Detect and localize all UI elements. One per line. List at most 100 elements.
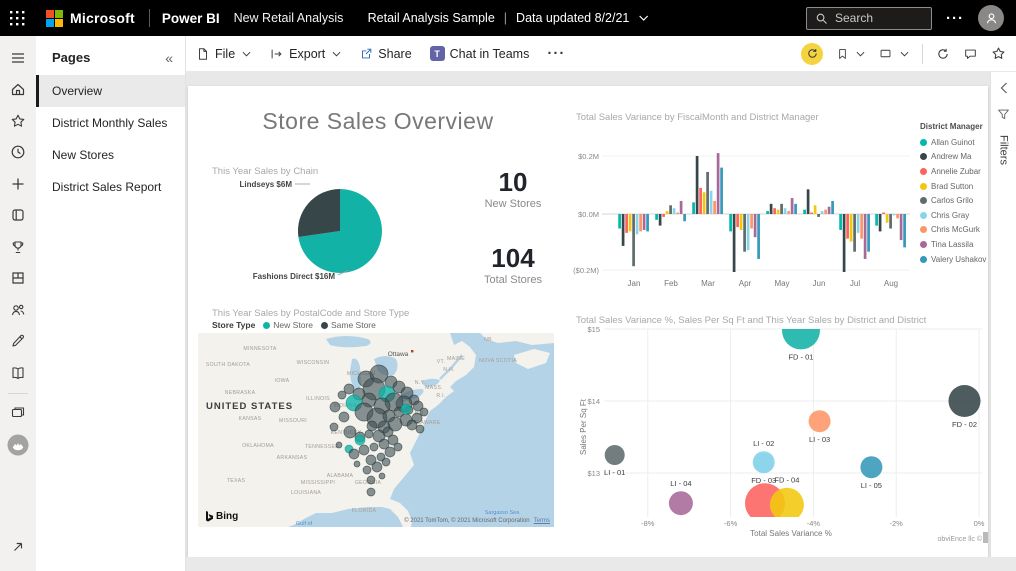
kpi-total-stores-value: 104 [491, 243, 535, 273]
chevron-down-icon [332, 51, 341, 57]
svg-text:NOVA SCOTIA: NOVA SCOTIA [479, 358, 517, 364]
bar-chart[interactable]: $0.2M $0.0M ($0.2M) Jan Feb Mar Apr May Jun Jul Au… [572, 118, 917, 293]
reset-to-default-button[interactable] [801, 42, 823, 65]
svg-text:LI - 04: LI - 04 [670, 479, 691, 488]
nav-create-button[interactable] [0, 168, 36, 200]
export-menu-label: Export [289, 46, 326, 61]
page-tab-new-stores[interactable]: New Stores [36, 139, 185, 171]
actionbar-more-button[interactable]: ··· [547, 45, 565, 62]
chat-in-teams-label: Chat in Teams [449, 46, 530, 61]
share-button[interactable]: Share [359, 47, 412, 61]
legend-item-andrew-ma[interactable]: Andrew Ma [920, 150, 994, 165]
nav-favorites-button[interactable] [0, 105, 36, 137]
nav-recent-button[interactable] [0, 137, 36, 169]
workspace-avatar-icon [7, 434, 29, 456]
waffle-icon [9, 10, 24, 25]
view-icon [880, 49, 891, 58]
filters-pane-label: Filters [997, 135, 1010, 165]
page-tab-district-sales-report[interactable]: District Sales Report [36, 171, 185, 203]
legend-item-brad-sutton[interactable]: Brad Sutton [920, 179, 994, 194]
page-scrollbar-nub[interactable] [983, 532, 988, 543]
top-nav-bar: Microsoft Power BI New Retail Analysis R… [0, 0, 1016, 36]
scatter-chart[interactable]: -8% -6% -4% -2% 0% $15 $14 $13 Total Sales Varia… [576, 322, 988, 538]
map-legend-item-same-store[interactable]: Same Store [320, 320, 376, 330]
svg-text:$0.2M: $0.2M [578, 152, 599, 161]
comments-button[interactable] [963, 47, 978, 61]
view-menu-button[interactable] [878, 47, 909, 60]
nav-my-workspace-button[interactable] [0, 429, 36, 461]
topbar-more-button[interactable]: ··· [946, 10, 964, 27]
diagonal-arrow-icon [14, 543, 23, 552]
svg-text:FD - 02: FD - 02 [952, 420, 977, 429]
file-menu-button[interactable]: File [196, 47, 251, 61]
nav-pipelines-button[interactable] [0, 326, 36, 358]
favorite-button[interactable] [991, 46, 1006, 61]
page-tab-district-monthly-sales[interactable]: District Monthly Sales [36, 107, 185, 139]
svg-text:R.I.: R.I. [436, 393, 445, 399]
nav-workspaces-button[interactable] [0, 398, 36, 430]
trophy-icon [12, 241, 24, 253]
nav-expand-button[interactable] [0, 532, 36, 564]
microsoft-logo-icon [46, 9, 63, 27]
main-area: File Export Share T Chat in Teams ··· St… [186, 36, 1016, 571]
bookmark-icon [839, 48, 846, 59]
bookmarks-button[interactable] [836, 47, 865, 61]
teams-icon: T [429, 46, 445, 61]
export-menu-button[interactable]: Export [269, 47, 341, 61]
kpi-new-stores-label: New Stores [484, 198, 542, 210]
actionbar-divider [922, 43, 923, 64]
map-chart: MINNESOTASOUTH DAKOTAWISCONSINMICHIGANIO… [198, 333, 554, 527]
filters-pane-collapsed[interactable]: Filters [990, 72, 1016, 557]
map-legend-item-new-store[interactable]: New Store [263, 320, 313, 330]
bing-logo[interactable]: Bing [205, 511, 238, 522]
workspaces-icon [11, 407, 25, 418]
map-terms-link[interactable]: Terms [534, 518, 550, 524]
svg-text:FLORIDA: FLORIDA [352, 508, 377, 514]
nav-menu-button[interactable] [0, 42, 36, 74]
kpi-new-stores-value: 10 [498, 167, 528, 197]
legend-item-chris-gray[interactable]: Chris Gray [920, 208, 994, 223]
report-header[interactable]: Retail Analysis Sample | Data updated 8/… [368, 11, 649, 25]
kpi-new-stores[interactable]: 10 New Stores [448, 168, 578, 210]
nav-learn-button[interactable] [0, 357, 36, 389]
svg-text:-6%: -6% [724, 519, 738, 528]
svg-text:FD - 01: FD - 01 [788, 352, 813, 361]
svg-text:TEXAS: TEXAS [227, 478, 246, 484]
pages-panel: Pages « Overview District Monthly Sales Ne… [36, 36, 186, 571]
legend-label: Brad Sutton [931, 181, 974, 191]
svg-text:N.H.: N.H. [443, 367, 455, 373]
map-visual[interactable]: MINNESOTASOUTH DAKOTAWISCONSINMICHIGANIO… [198, 333, 554, 527]
map-attribution: © 2021 TomTom, © 2021 Microsoft Corporat… [404, 518, 550, 524]
nav-shared-button[interactable] [0, 294, 36, 326]
pages-collapse-button[interactable]: « [165, 51, 173, 65]
legend-item-tina-lassila[interactable]: Tina Lassila [920, 237, 994, 252]
nav-home-button[interactable] [0, 74, 36, 106]
nav-apps-button[interactable] [0, 263, 36, 295]
chat-in-teams-button[interactable]: T Chat in Teams [429, 46, 530, 61]
legend-label: Allan Guinot [931, 137, 975, 147]
legend-label: Chris McGurk [931, 225, 980, 235]
legend-item-annelie-zubar[interactable]: Annelie Zubar [920, 164, 994, 179]
bottom-status-strip [186, 557, 1016, 571]
legend-item-allan-guinot[interactable]: Allan Guinot [920, 135, 994, 150]
search-input[interactable]: Search [806, 6, 932, 30]
nav-datahub-button[interactable] [0, 200, 36, 232]
nav-metrics-button[interactable] [0, 231, 36, 263]
kpi-total-stores[interactable]: 104 Total Stores [448, 244, 578, 286]
legend-label: Chris Gray [931, 210, 970, 220]
svg-text:Lindseys $6M: Lindseys $6M [240, 180, 293, 189]
legend-item-chris-mcgurk[interactable]: Chris McGurk [920, 223, 994, 238]
legend-dot [920, 167, 927, 175]
hamburger-icon [12, 53, 24, 63]
chevron-left-icon [1000, 82, 1007, 94]
account-avatar[interactable] [978, 5, 1004, 31]
refresh-button[interactable] [936, 47, 950, 61]
legend-item-valery-ushakov[interactable]: Valery Ushakov [920, 252, 994, 267]
svg-text:May: May [774, 279, 789, 288]
page-tab-overview[interactable]: Overview [36, 75, 185, 107]
svg-text:WISCONSIN: WISCONSIN [297, 360, 330, 366]
bar-chart-legend: District Manager Allan Guinot Andrew Ma An… [920, 122, 994, 266]
svg-text:Apr: Apr [739, 279, 752, 288]
legend-item-carlos-grilo[interactable]: Carlos Grilo [920, 193, 994, 208]
app-launcher-waffle-icon[interactable] [0, 0, 34, 36]
